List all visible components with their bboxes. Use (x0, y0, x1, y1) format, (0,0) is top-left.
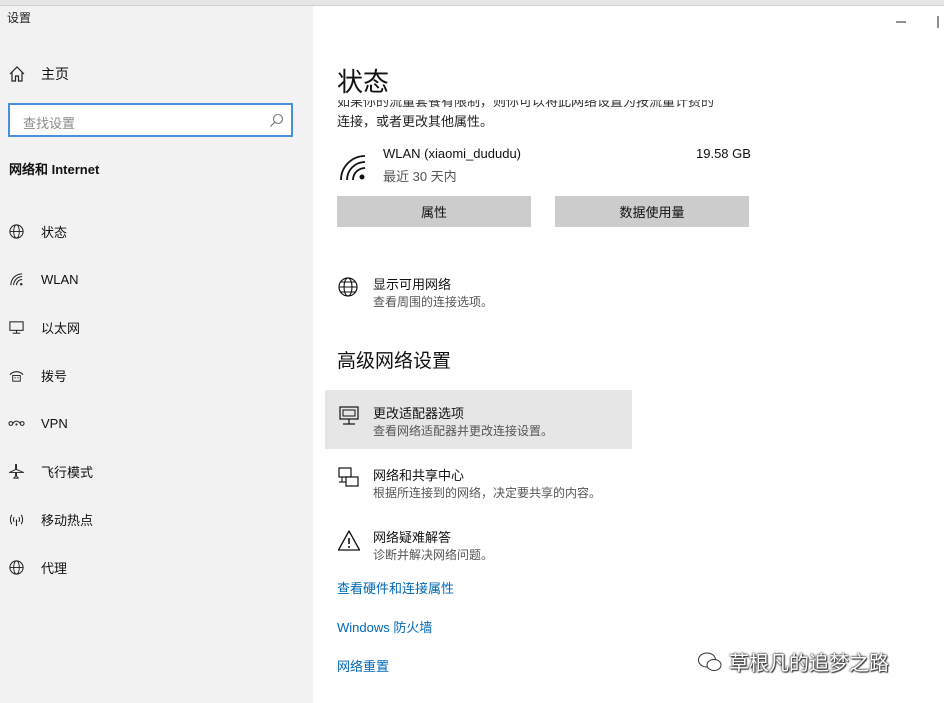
connection-period: 最近 30 天内 (383, 169, 457, 184)
show-networks-title: 显示可用网络 (373, 277, 452, 292)
clipped-description: 如果你的流量套餐有限制，则你可以将此网络设置为按流量计费的 (337, 100, 757, 110)
adapter-icon (339, 406, 359, 425)
hotspot-icon (9, 514, 24, 526)
troubleshoot-subtitle: 诊断并解决网络问题。 (373, 548, 494, 562)
change-adapter-title: 更改适配器选项 (373, 406, 465, 421)
clipped-description-text: 如果你的流量套餐有限制，则你可以将此网络设置为按流量计费的 (337, 100, 715, 109)
wifi-icon (10, 272, 23, 285)
properties-button[interactable]: 属性 (337, 196, 531, 227)
sidebar-item-hotspot[interactable]: 移动热点 (8, 508, 93, 530)
sidebar-item-status[interactable]: 状态 (8, 220, 67, 242)
hardware-properties-link[interactable]: 查看硬件和连接属性 (337, 578, 454, 597)
sidebar-item-ethernet[interactable]: 以太网 (8, 316, 80, 338)
change-adapter-option[interactable] (325, 390, 632, 449)
chat-bubble-icon (698, 652, 722, 671)
firewall-link[interactable]: Windows 防火墙 (337, 617, 432, 636)
globe-icon (9, 559, 24, 575)
sidebar-item-label: VPN (41, 415, 68, 431)
dialup-icon (9, 370, 24, 382)
sharing-center-title: 网络和共享中心 (373, 468, 465, 483)
page-title: 状态 (337, 67, 390, 97)
sidebar-item-home[interactable]: 主页 (8, 64, 69, 84)
sidebar-item-wlan[interactable]: WLAN (8, 268, 79, 290)
network-reset-link[interactable]: 网络重置 (337, 656, 389, 675)
sidebar-item-label: 飞行模式 (41, 464, 94, 480)
sidebar-item-label: 代理 (41, 560, 68, 576)
change-adapter-subtitle: 查看网络适配器并更改连接设置。 (373, 424, 554, 438)
troubleshoot-title: 网络疑难解答 (373, 530, 452, 545)
sidebar-item-airplane[interactable]: 飞行模式 (8, 460, 93, 482)
sidebar-item-dialup[interactable]: 拨号 (8, 364, 67, 386)
watermark: 草根凡的追梦之路 (697, 647, 889, 676)
home-icon (9, 66, 25, 82)
sidebar-item-label: 状态 (41, 224, 68, 240)
sharing-center-icon (338, 467, 359, 487)
sidebar-item-label: 移动热点 (41, 512, 94, 528)
watermark-text: 草根凡的追梦之路 (729, 653, 889, 675)
show-networks-subtitle: 查看周围的连接选项。 (373, 295, 494, 309)
window-controls (896, 16, 939, 28)
home-label: 主页 (41, 66, 69, 82)
search-icon (270, 113, 284, 127)
globe-icon (338, 277, 358, 297)
data-usage-value: 19.58 GB (696, 146, 751, 161)
search-placeholder: 查找设置 (23, 116, 76, 131)
sidebar-item-label: 拨号 (41, 368, 68, 384)
ethernet-icon (9, 320, 24, 334)
data-usage-button[interactable]: 数据使用量 (555, 196, 749, 227)
sidebar-item-proxy[interactable]: 代理 (8, 556, 67, 578)
sidebar-item-vpn[interactable]: VPN (8, 412, 68, 434)
section-title: 网络和 Internet (9, 162, 100, 177)
search-input[interactable]: 查找设置 (8, 103, 293, 137)
sharing-center-subtitle: 根据所连接到的网络，决定要共享的内容。 (373, 486, 602, 500)
advanced-settings-heading: 高级网络设置 (337, 351, 452, 372)
window-title: 设置 (7, 11, 32, 25)
airplane-icon (8, 463, 25, 479)
wifi-icon (340, 155, 366, 181)
description-line: 连接，或者更改其他属性。 (337, 114, 494, 129)
warning-icon (337, 530, 361, 551)
vpn-icon (8, 420, 25, 426)
sidebar-item-label: WLAN (41, 271, 79, 287)
connection-name: WLAN (xiaomi_dududu) (383, 146, 522, 161)
sidebar-item-label: 以太网 (41, 320, 81, 336)
globe-icon (9, 223, 24, 239)
